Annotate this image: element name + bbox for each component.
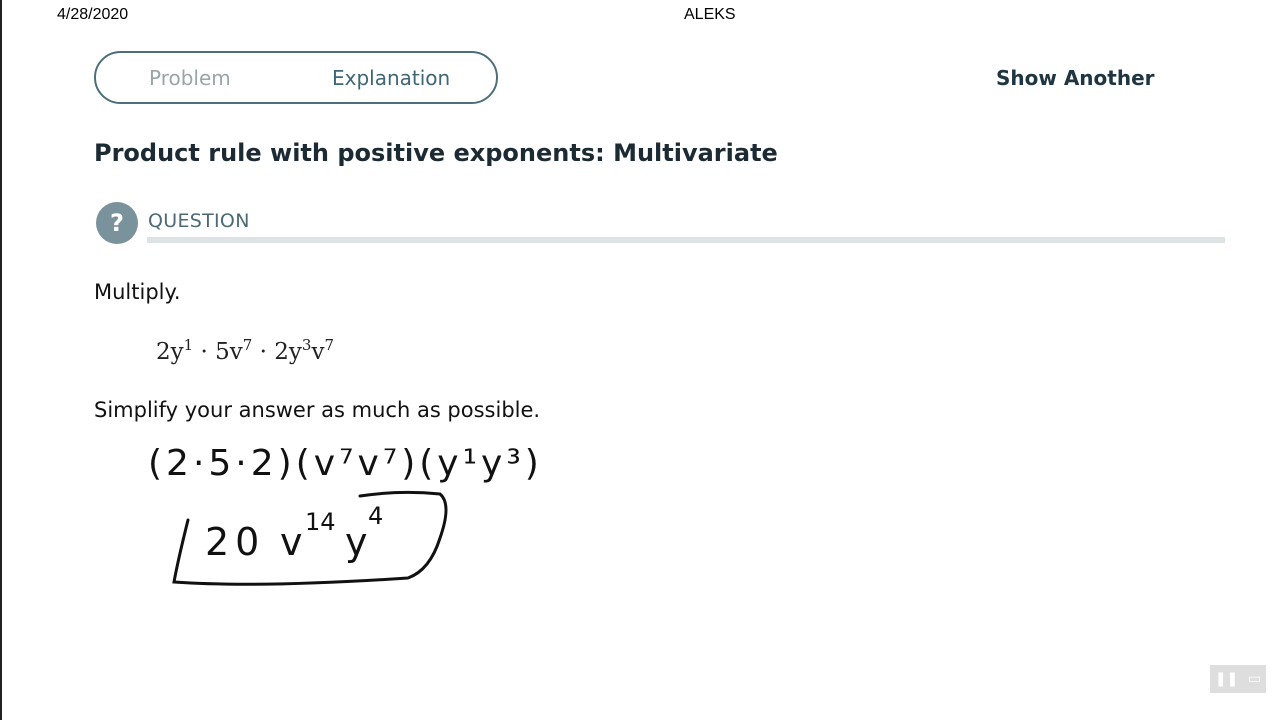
tab-problem[interactable]: Problem (149, 66, 231, 90)
question-heading: QUESTION (148, 210, 250, 232)
math-expression: 2y1 · 5v7 · 2y3v7 (156, 336, 334, 365)
handwritten-grouping: (2·5·2)(v⁷v⁷)(y¹y³) (148, 443, 543, 484)
print-date: 4/28/2020 (57, 6, 129, 23)
term-2y: 2y (156, 339, 184, 365)
video-player-controls[interactable]: ❚❚ ▭ (1210, 665, 1266, 693)
handwritten-answer-coefficient: 20 (205, 520, 265, 564)
handwritten-answer-y-exponent: 4 (368, 502, 383, 530)
exponent-7: 7 (324, 336, 334, 354)
multiply-dot: · (259, 339, 267, 365)
tab-group: Problem Explanation (94, 51, 498, 104)
term-v: v (311, 339, 325, 365)
term-5v: 5v (215, 339, 243, 365)
show-another-button[interactable]: Show Another (996, 66, 1155, 90)
handwritten-work: (2·5·2)(v⁷v⁷)(y¹y³) 20 v 14 y 4 (148, 443, 543, 586)
screen-icon[interactable]: ▭ (1248, 671, 1261, 687)
term-2y: 2y (274, 339, 302, 365)
page-title: Product rule with positive exponents: Mu… (94, 139, 778, 167)
print-title: ALEKS (684, 6, 736, 23)
multiply-dot: · (200, 339, 208, 365)
question-divider (147, 237, 1225, 243)
instruction-text: Multiply. (94, 280, 181, 304)
handwritten-answer-y: y (345, 520, 368, 564)
page-left-border (0, 0, 2, 720)
tab-explanation[interactable]: Explanation (332, 66, 450, 90)
simplify-instruction: Simplify your answer as much as possible… (94, 398, 541, 422)
exponent-3: 3 (301, 336, 312, 354)
exponent-1: 1 (183, 336, 194, 354)
pause-icon[interactable]: ❚❚ (1215, 671, 1238, 687)
handwritten-answer-v-exponent: 14 (305, 508, 336, 536)
question-icon: ? (96, 202, 138, 244)
handwritten-answer-v: v (280, 520, 303, 564)
exponent-7: 7 (242, 336, 253, 354)
